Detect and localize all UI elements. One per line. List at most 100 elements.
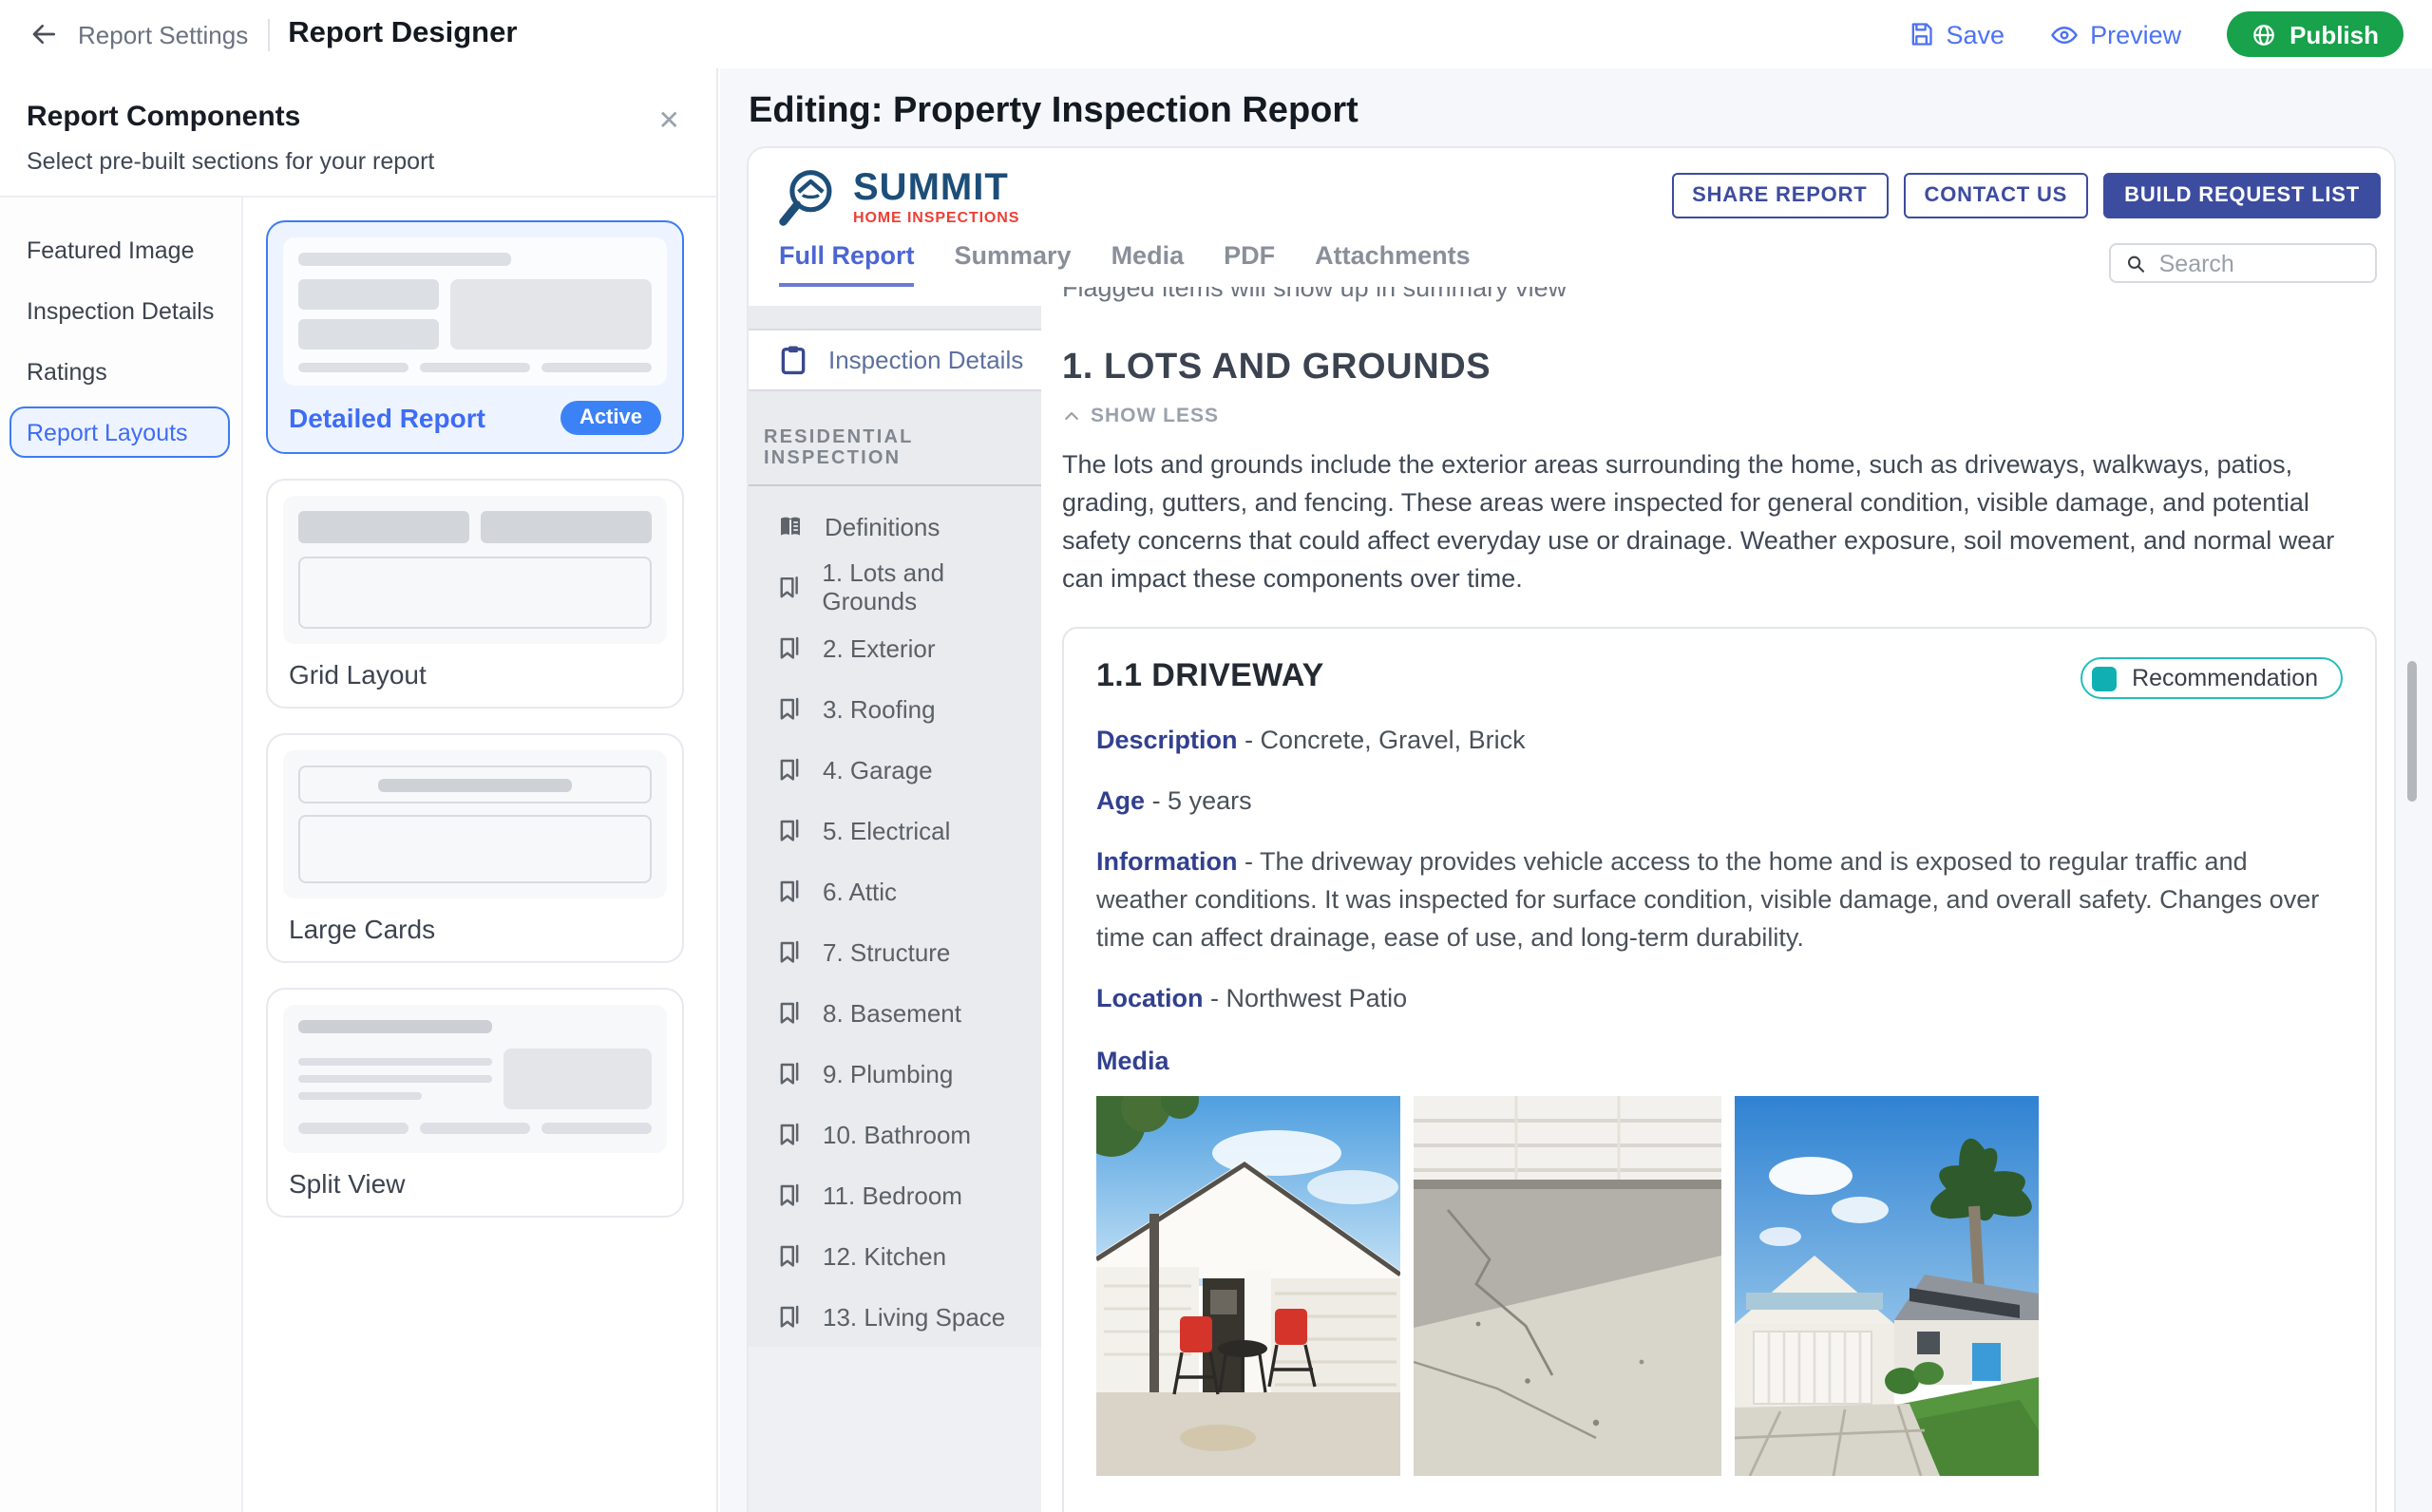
- recommendation-badge[interactable]: Recommendation: [2080, 657, 2343, 699]
- breadcrumb[interactable]: Report Settings: [78, 20, 248, 48]
- nav-item-basement[interactable]: 8. Basement: [749, 982, 1041, 1043]
- report-components-panel: Report Components Select pre-built secti…: [0, 68, 718, 1512]
- report-content: Flagged items will show up in summary vi…: [1041, 287, 2394, 1512]
- layout-preview: [283, 237, 667, 386]
- driveway-surface-photo[interactable]: [1414, 1096, 1721, 1476]
- layout-card-detailed-report[interactable]: Detailed Report Active: [266, 220, 684, 454]
- search-input[interactable]: [2159, 250, 2360, 276]
- search-box: [2109, 243, 2377, 283]
- publish-button[interactable]: Publish: [2227, 11, 2404, 57]
- sidebar-item-featured-image[interactable]: Featured Image: [0, 224, 230, 275]
- contact-us-button[interactable]: CONTACT US: [1904, 173, 2089, 218]
- app-window: Report Settings Report Designer Save Pre…: [0, 0, 2432, 1512]
- tab-full-report[interactable]: Full Report: [779, 241, 915, 287]
- field-description: Description - Concrete, Gravel, Brick: [1096, 722, 2343, 760]
- nav-scroll-area: [749, 1347, 1041, 1512]
- preview-button[interactable]: Preview: [2050, 20, 2181, 48]
- nav-item-kitchen[interactable]: 12. Kitchen: [749, 1225, 1041, 1286]
- brand-tagline: HOME INSPECTIONS: [853, 209, 1019, 226]
- editing-title: Editing: Property Inspection Report: [749, 91, 1358, 133]
- panel-title: Report Components: [27, 101, 686, 133]
- close-icon[interactable]: ✕: [658, 104, 680, 137]
- bookmark-icon: [775, 998, 804, 1027]
- sidebar-item-inspection-details[interactable]: Inspection Details: [0, 285, 230, 336]
- report-preview-card: SUMMIT HOME INSPECTIONS SHARE REPORT CON…: [747, 146, 2396, 1512]
- nav-item-lots-and-grounds[interactable]: 1. Lots and Grounds: [749, 557, 1041, 617]
- media-photo-row: [1096, 1096, 2343, 1476]
- nav-item-attic[interactable]: 6. Attic: [749, 860, 1041, 921]
- eye-icon: [2050, 20, 2079, 48]
- tab-summary[interactable]: Summary: [955, 241, 1072, 287]
- vertical-scrollbar-thumb[interactable]: [2407, 661, 2417, 802]
- report-section-nav: Inspection Details RESIDENTIAL INSPECTIO…: [749, 287, 1041, 1512]
- editor-area: Editing: Property Inspection Report SUMM…: [720, 68, 2432, 1512]
- layout-name: Split View: [289, 1168, 405, 1199]
- bookmark-icon: [775, 755, 804, 784]
- field-information: Information - The driveway provides vehi…: [1096, 843, 2343, 957]
- save-icon: [1909, 21, 1935, 47]
- magnifier-house-logo-icon: [775, 165, 840, 230]
- nav-item-exterior[interactable]: 2. Exterior: [749, 617, 1041, 678]
- bookmark-icon: [775, 877, 804, 905]
- bookmark-icon: [775, 633, 804, 662]
- layout-preview: [283, 1005, 667, 1153]
- build-request-list-button[interactable]: BUILD REQUEST LIST: [2103, 173, 2381, 218]
- sidebar-item-report-layouts[interactable]: Report Layouts: [10, 406, 230, 458]
- teal-swatch-icon: [2092, 666, 2117, 690]
- brand-name: SUMMIT: [853, 169, 1019, 207]
- bookmark-icon: [775, 937, 804, 966]
- nav-group-label: RESIDENTIAL INSPECTION: [764, 427, 1026, 469]
- chevron-up-icon: [1062, 406, 1081, 425]
- bookmark-icon: [775, 816, 804, 844]
- tab-attachments[interactable]: Attachments: [1315, 241, 1471, 287]
- report-tabs: Full Report Summary Media PDF Attachment…: [779, 241, 1471, 287]
- bookmark-icon: [775, 1302, 804, 1331]
- layout-preview: [283, 750, 667, 898]
- top-bar: Report Settings Report Designer Save Pre…: [0, 0, 2432, 68]
- bookmark-icon: [775, 1120, 804, 1148]
- bookmark-icon: [775, 573, 803, 601]
- nav-item-roofing[interactable]: 3. Roofing: [749, 678, 1041, 739]
- item-title: 1.1 DRIVEWAY: [1096, 657, 1324, 695]
- nav-item-garage[interactable]: 4. Garage: [749, 739, 1041, 800]
- page-title: Report Designer: [288, 17, 517, 51]
- nav-item-inspection-details[interactable]: Inspection Details: [749, 329, 1041, 391]
- field-age: Age - 5 years: [1096, 783, 2343, 821]
- field-location: Location - Northwest Patio: [1096, 980, 2343, 1018]
- house-front-photo[interactable]: [1735, 1096, 2039, 1476]
- nav-item-bathroom[interactable]: 10. Bathroom: [749, 1104, 1041, 1164]
- sidebar-item-ratings[interactable]: Ratings: [0, 346, 230, 397]
- nav-item-living-space[interactable]: 13. Living Space: [749, 1286, 1041, 1347]
- tab-pdf[interactable]: PDF: [1224, 241, 1275, 287]
- brand-logo: SUMMIT HOME INSPECTIONS: [775, 165, 1019, 230]
- layout-name: Detailed Report: [289, 403, 485, 433]
- globe-icon: [2252, 22, 2276, 47]
- report-header: SUMMIT HOME INSPECTIONS SHARE REPORT CON…: [749, 148, 2394, 287]
- nav-item-bedroom[interactable]: 11. Bedroom: [749, 1164, 1041, 1225]
- media-label: Media: [1096, 1047, 2343, 1075]
- show-less-toggle[interactable]: SHOW LESS: [1062, 405, 2377, 427]
- report-actions: SHARE REPORT CONTACT US BUILD REQUEST LI…: [1671, 173, 2381, 218]
- layout-card-split-view[interactable]: Split View: [266, 988, 684, 1218]
- nav-item-definitions[interactable]: Definitions: [749, 496, 1041, 557]
- clipped-scrolled-text: Flagged items will show up in summary vi…: [1062, 287, 2377, 304]
- layout-preview: [283, 496, 667, 644]
- nav-item-structure[interactable]: 7. Structure: [749, 921, 1041, 982]
- layout-card-grid-layout[interactable]: Grid Layout: [266, 479, 684, 709]
- nav-item-electrical[interactable]: 5. Electrical: [749, 800, 1041, 860]
- back-arrow-icon[interactable]: [28, 19, 59, 49]
- panel-subtitle: Select pre-built sections for your repor…: [27, 148, 686, 175]
- save-button[interactable]: Save: [1909, 20, 2005, 48]
- nav-item-plumbing[interactable]: 9. Plumbing: [749, 1043, 1041, 1104]
- layout-name: Grid Layout: [289, 659, 427, 690]
- section-title: 1. LOTS AND GROUNDS: [1062, 348, 2377, 389]
- clipboard-icon: [777, 344, 809, 376]
- panel-nav: Featured Image Inspection Details Rating…: [0, 198, 243, 1512]
- bookmark-icon: [775, 1059, 804, 1087]
- inspection-item-card: 1.1 DRIVEWAY Recommendation Description …: [1062, 627, 2377, 1512]
- porch-patio-photo[interactable]: [1096, 1096, 1400, 1476]
- share-report-button[interactable]: SHARE REPORT: [1671, 173, 1888, 218]
- tab-media[interactable]: Media: [1112, 241, 1185, 287]
- layout-card-large-cards[interactable]: Large Cards: [266, 733, 684, 963]
- book-icon: [775, 511, 806, 541]
